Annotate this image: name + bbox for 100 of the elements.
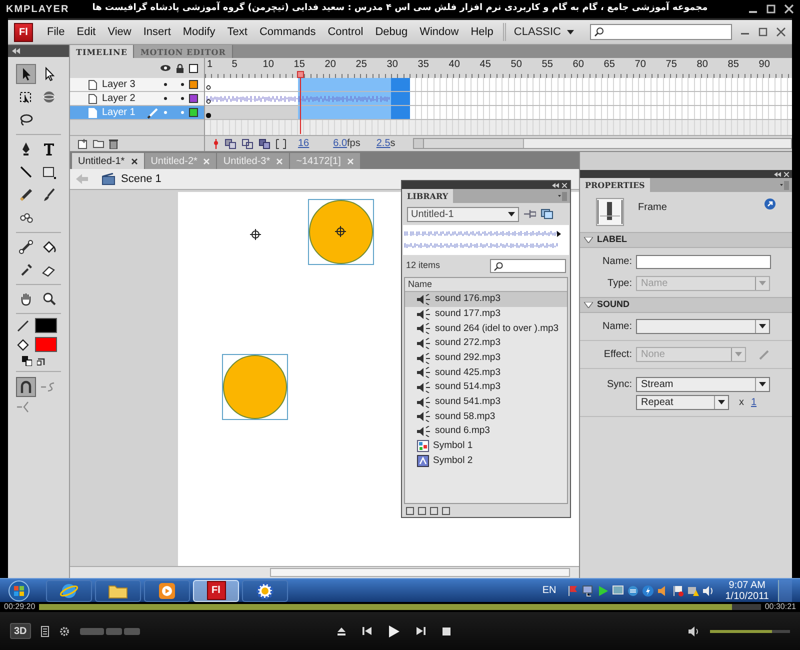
previous-icon[interactable] bbox=[362, 626, 372, 636]
play-icon[interactable] bbox=[388, 624, 400, 638]
dot-icon[interactable] bbox=[181, 111, 184, 114]
dot-icon[interactable] bbox=[181, 97, 184, 100]
volume-slider[interactable] bbox=[710, 630, 790, 632]
format-badge-icon[interactable] bbox=[124, 628, 140, 634]
new-symbol-icon[interactable] bbox=[406, 506, 414, 514]
menu-item[interactable]: Commands bbox=[253, 24, 322, 40]
new-folder-icon[interactable] bbox=[418, 506, 426, 514]
document-tab[interactable]: Untitled-1* bbox=[72, 153, 144, 169]
bone-tool[interactable] bbox=[16, 237, 36, 257]
help-link-icon[interactable] bbox=[764, 198, 776, 210]
taskbar-app-button[interactable]: Fl bbox=[193, 580, 239, 602]
lock-icon[interactable] bbox=[176, 64, 184, 72]
menu-item[interactable]: Window bbox=[414, 24, 465, 40]
maximize-icon[interactable] bbox=[758, 27, 768, 37]
fill-color-swatch[interactable] bbox=[35, 337, 57, 352]
layer-color-swatch[interactable] bbox=[189, 80, 198, 89]
panel-menu-icon[interactable] bbox=[780, 180, 789, 190]
section-heading[interactable]: SOUND bbox=[597, 298, 630, 312]
menu-item[interactable]: Edit bbox=[70, 24, 102, 40]
frame-rate-value[interactable]: 6.0 bbox=[333, 136, 348, 151]
menu-item[interactable]: Control bbox=[322, 24, 370, 40]
playlist-icon[interactable] bbox=[40, 626, 49, 636]
close-icon[interactable] bbox=[776, 27, 786, 37]
library-item[interactable]: sound 177.mp3 bbox=[405, 306, 567, 322]
repeat-count[interactable]: 1 bbox=[751, 395, 757, 410]
panel-tab[interactable]: PROPERTIES bbox=[580, 178, 650, 192]
section-heading[interactable]: LABEL bbox=[597, 233, 627, 247]
horizontal-scrollbar[interactable] bbox=[70, 566, 579, 578]
sync-dropdown[interactable]: Stream bbox=[636, 377, 770, 392]
3d-mode-button[interactable]: 3D bbox=[10, 623, 31, 639]
horizontal-scrollbar[interactable] bbox=[413, 138, 792, 149]
taskbar-app-button[interactable] bbox=[46, 580, 92, 602]
layer-color-swatch[interactable] bbox=[189, 94, 198, 103]
show-desktop-button[interactable] bbox=[778, 580, 792, 602]
new-library-icon[interactable] bbox=[541, 209, 553, 219]
sync-icon[interactable] bbox=[627, 584, 640, 596]
sound-name-dropdown[interactable] bbox=[636, 319, 770, 334]
stroke-color-swatch[interactable] bbox=[35, 318, 57, 333]
layer-row[interactable]: Layer 3 bbox=[70, 78, 204, 92]
frame-name-input[interactable] bbox=[636, 254, 771, 268]
taskbar-app-button[interactable] bbox=[144, 580, 190, 602]
menu-item[interactable]: Help bbox=[464, 24, 500, 40]
pin-icon[interactable] bbox=[524, 209, 536, 219]
close-icon[interactable] bbox=[130, 158, 138, 164]
properties-icon[interactable] bbox=[430, 506, 438, 514]
taskbar-app-button[interactable] bbox=[242, 580, 288, 602]
panel-menu-icon[interactable] bbox=[558, 192, 567, 200]
elapsed-time-value[interactable]: 2.5 bbox=[376, 136, 390, 151]
menu-item[interactable]: File bbox=[41, 24, 71, 40]
monitor-icon[interactable] bbox=[612, 584, 624, 596]
stop-icon[interactable] bbox=[442, 626, 451, 636]
dot-icon[interactable] bbox=[164, 97, 167, 100]
eject-icon[interactable] bbox=[336, 626, 346, 636]
taskbar-app-button[interactable] bbox=[95, 580, 141, 602]
maximize-icon[interactable] bbox=[766, 4, 776, 14]
volume-icon[interactable] bbox=[702, 584, 714, 596]
layer-row[interactable]: Layer 2 bbox=[70, 92, 204, 106]
repeat-dropdown[interactable]: Repeat bbox=[636, 395, 729, 410]
default-colors-icon[interactable] bbox=[22, 356, 32, 366]
dot-icon[interactable] bbox=[164, 111, 167, 114]
close-icon[interactable] bbox=[784, 4, 794, 14]
language-indicator[interactable]: EN bbox=[542, 583, 556, 598]
start-button[interactable] bbox=[8, 580, 30, 602]
flag-icon[interactable] bbox=[672, 584, 684, 596]
settings-icon[interactable] bbox=[58, 626, 70, 636]
timeline-tab[interactable]: TIMELINE bbox=[70, 45, 134, 58]
document-dropdown[interactable]: Untitled-1 bbox=[407, 206, 519, 222]
lightning-icon[interactable] bbox=[642, 584, 654, 596]
new-layer-icon[interactable] bbox=[78, 138, 88, 148]
onion-outline-icon[interactable] bbox=[242, 138, 253, 148]
expand-triangle-icon[interactable] bbox=[584, 237, 593, 243]
trash-icon[interactable] bbox=[442, 506, 450, 514]
clock-time[interactable]: 9:07 AM bbox=[728, 580, 766, 590]
dot-icon[interactable] bbox=[181, 83, 184, 86]
panel-tab[interactable]: LIBRARY bbox=[402, 189, 454, 203]
clock-date[interactable]: 1/10/2011 bbox=[725, 590, 769, 602]
selection-tool[interactable] bbox=[16, 64, 36, 84]
layer-color-swatch[interactable] bbox=[189, 108, 198, 117]
menu-item[interactable]: Insert bbox=[137, 24, 177, 40]
circle-shape[interactable] bbox=[222, 354, 288, 420]
format-badge-icon[interactable] bbox=[106, 628, 122, 634]
dot-icon[interactable] bbox=[164, 83, 167, 86]
library-item[interactable]: sound 176.mp3 bbox=[405, 292, 567, 307]
menu-item[interactable]: Text bbox=[221, 24, 254, 40]
onion-skin-icon[interactable] bbox=[225, 138, 236, 148]
menu-item[interactable]: Modify bbox=[176, 24, 222, 40]
search-field[interactable] bbox=[490, 259, 566, 273]
format-badge-icon[interactable] bbox=[80, 628, 104, 634]
flag-icon[interactable] bbox=[567, 584, 580, 596]
snap-toggle[interactable] bbox=[16, 377, 36, 397]
workspace-switcher[interactable]: CLASSIC bbox=[504, 23, 582, 41]
collapse-icon[interactable] bbox=[12, 48, 20, 54]
volume-icon[interactable] bbox=[688, 626, 700, 636]
outline-icon[interactable] bbox=[189, 64, 198, 72]
search-field[interactable] bbox=[590, 24, 732, 40]
next-icon[interactable] bbox=[416, 626, 426, 636]
eye-icon[interactable] bbox=[160, 64, 171, 72]
network-icon[interactable] bbox=[582, 584, 594, 596]
